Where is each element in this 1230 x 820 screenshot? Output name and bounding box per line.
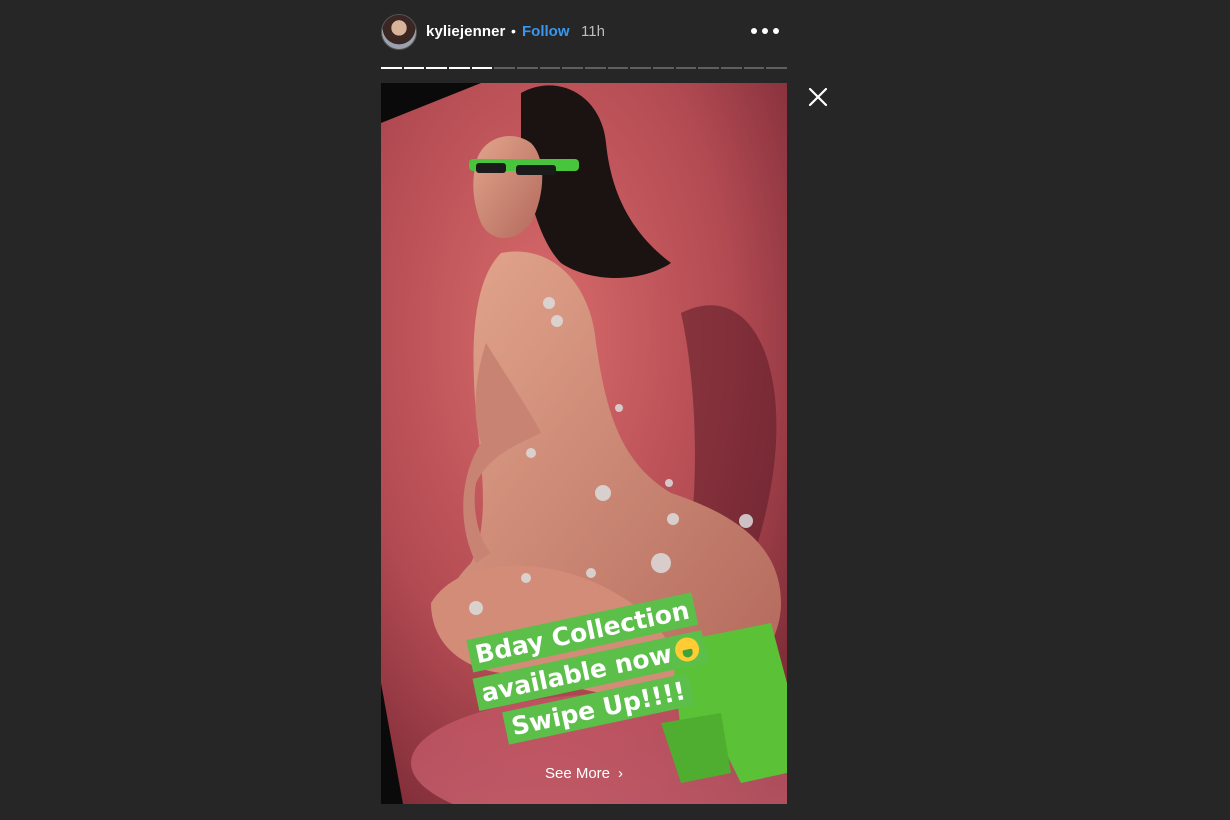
progress-segment — [494, 67, 516, 69]
profile-avatar[interactable] — [381, 14, 417, 50]
progress-segment — [607, 67, 629, 69]
see-more-button[interactable]: See More › — [381, 765, 787, 782]
separator-dot: • — [511, 23, 516, 39]
more-options-icon[interactable] — [751, 22, 779, 40]
progress-segment — [539, 67, 561, 69]
progress-segment — [426, 67, 448, 69]
follow-button[interactable]: Follow — [522, 23, 570, 40]
post-time: 11h — [581, 23, 605, 40]
progress-segment — [381, 67, 402, 69]
progress-segment — [698, 67, 720, 69]
progress-segment — [562, 67, 584, 69]
close-icon[interactable] — [806, 85, 830, 109]
story-media[interactable]: Bday Collection available now Swipe Up!!… — [381, 83, 787, 804]
progress-segment — [766, 67, 788, 69]
money-mouth-face-emoji-icon — [672, 635, 702, 664]
chevron-right-icon: › — [618, 765, 624, 782]
story-progress-bar — [381, 67, 788, 70]
progress-segment — [449, 67, 470, 69]
progress-segment — [721, 67, 742, 69]
progress-segment — [517, 67, 538, 69]
progress-segment — [585, 67, 606, 69]
progress-segment — [471, 67, 493, 69]
progress-segment — [403, 67, 425, 69]
username[interactable]: kyliejenner — [426, 23, 505, 40]
see-more-label: See More — [544, 765, 611, 782]
progress-segment — [675, 67, 697, 69]
progress-segment — [743, 67, 765, 69]
progress-segment — [653, 67, 674, 69]
progress-segment — [630, 67, 652, 69]
story-header: kyliejenner • Follow 11h — [381, 14, 787, 50]
